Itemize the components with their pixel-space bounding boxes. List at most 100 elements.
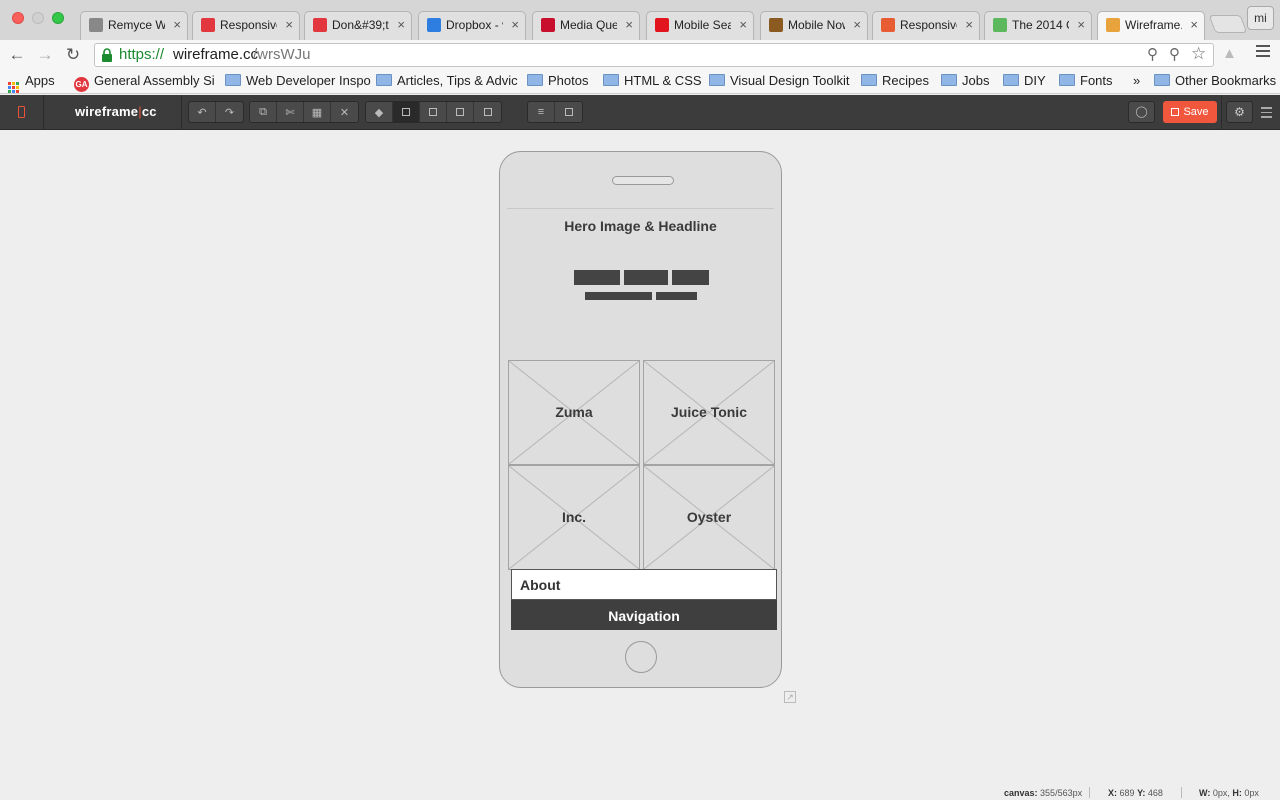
app-logo[interactable]: wireframe|cc <box>75 104 157 119</box>
bookmark-folder[interactable]: Fonts <box>1059 73 1113 88</box>
profile-button[interactable]: mi <box>1247 6 1274 30</box>
canvas-size-readout: canvas: 355/563px <box>1004 788 1083 798</box>
bring-forward-button[interactable] <box>393 102 420 122</box>
align-button[interactable]: ≡ <box>528 102 555 122</box>
lock-icon: ◆ <box>374 106 384 119</box>
settings-button[interactable]: ⚙ <box>1226 101 1253 123</box>
browser-tab[interactable]: Wireframe.c × <box>1097 11 1205 41</box>
about-section[interactable]: About <box>511 569 777 600</box>
back-button[interactable]: ← <box>6 44 28 66</box>
tab-close-icon[interactable]: × <box>511 17 519 32</box>
copy-button[interactable]: ⧉ <box>250 102 277 122</box>
image-placeholder-tile[interactable]: Inc. <box>508 465 640 570</box>
browser-tab[interactable]: Responsive × <box>192 11 300 40</box>
reload-button[interactable]: ↻ <box>62 44 84 66</box>
redo-button[interactable]: ↷ <box>216 102 243 122</box>
tab-close-icon[interactable]: × <box>173 17 181 32</box>
bookmark-folder[interactable]: Articles, Tips & Advic <box>376 73 518 88</box>
lock-button[interactable]: ◆ <box>366 102 393 122</box>
text-placeholder-block[interactable] <box>574 270 620 285</box>
layer-back-icon <box>429 108 437 116</box>
text-placeholder-block[interactable] <box>585 292 652 300</box>
image-placeholder-tile[interactable]: Zuma <box>508 360 640 465</box>
folder-icon <box>1154 74 1170 86</box>
tab-close-icon[interactable]: × <box>1190 17 1198 32</box>
chrome-menu-icon[interactable] <box>1256 45 1270 59</box>
folder-icon <box>527 74 543 86</box>
browser-tab[interactable]: Remyce Wi × <box>80 11 188 40</box>
stripes-icon <box>769 18 783 32</box>
bookmark-ga[interactable]: GA General Assembly Si <box>74 73 215 92</box>
undo-button[interactable]: ↶ <box>189 102 216 122</box>
zoom-icon[interactable]: ⚲ <box>1169 44 1180 66</box>
tab-title: Remyce Wi <box>108 18 165 32</box>
forward-button[interactable]: → <box>34 44 56 66</box>
bookmark-folder[interactable]: Jobs <box>941 73 989 88</box>
resize-handle-icon[interactable]: ↗ <box>784 691 796 703</box>
hamburger-menu-icon[interactable] <box>1261 107 1272 121</box>
tab-close-icon[interactable]: × <box>625 17 633 32</box>
send-to-back-button[interactable] <box>474 102 501 122</box>
send-backward-button[interactable] <box>420 102 447 122</box>
browser-tab[interactable]: Mobile Now × <box>760 11 868 40</box>
phone-screen[interactable]: Hero Image & Headline Zuma Juice Tonic I… <box>507 208 777 630</box>
phone-icon <box>18 106 25 118</box>
folder-icon <box>709 74 725 86</box>
text-placeholder-block[interactable] <box>672 270 709 285</box>
star-icon[interactable]: ☆ <box>1191 43 1206 65</box>
apps-grid-icon <box>8 82 19 93</box>
browser-tab[interactable]: Responsive × <box>872 11 980 40</box>
bookmark-folder[interactable]: Recipes <box>861 73 929 88</box>
bookmark-folder[interactable]: Visual Design Toolkit <box>709 73 849 88</box>
delete-button[interactable]: ✕ <box>331 102 358 122</box>
copy-icon: ⧉ <box>259 105 267 118</box>
undo-icon: ↶ <box>197 106 207 119</box>
bookmark-folder[interactable]: DIY <box>1003 73 1046 88</box>
window-maximize-button[interactable] <box>52 12 64 24</box>
window-close-button[interactable] <box>12 12 24 24</box>
bring-to-front-button[interactable] <box>447 102 474 122</box>
close-icon: ✕ <box>339 106 350 119</box>
address-bar[interactable]: https:// wireframe.cc /wrsWJu ⚲ ⚲ ☆ <box>94 43 1214 67</box>
bookmark-apps[interactable]: Apps <box>8 73 55 93</box>
other-bookmarks-folder[interactable]: Other Bookmarks <box>1154 73 1276 88</box>
browser-tab[interactable]: Don&#39;t × <box>304 11 412 40</box>
browser-tab[interactable]: Mobile Sear × <box>646 11 754 40</box>
text-placeholder-block[interactable] <box>656 292 697 300</box>
comment-button[interactable]: ◯ <box>1128 101 1155 123</box>
extension-icon[interactable]: ▲ <box>1222 45 1237 62</box>
folder-icon <box>376 74 392 86</box>
save-button[interactable]: Save <box>1163 101 1217 123</box>
tab-close-icon[interactable]: × <box>285 17 293 32</box>
image-placeholder-tile[interactable]: Oyster <box>643 465 775 570</box>
tab-close-icon[interactable]: × <box>1077 17 1085 32</box>
folder-icon <box>603 74 619 86</box>
key-icon[interactable]: ⚲ <box>1147 44 1158 66</box>
browser-tab[interactable]: Dropbox - v × <box>418 11 526 40</box>
tab-close-icon[interactable]: × <box>397 17 405 32</box>
bookmark-folder[interactable]: HTML & CSS <box>603 73 702 88</box>
tab-close-icon[interactable]: × <box>853 17 861 32</box>
new-tab-button[interactable] <box>1208 15 1248 33</box>
lock-icon <box>102 48 112 62</box>
paste-button[interactable]: ▦ <box>304 102 331 122</box>
browser-tab[interactable]: Media Quer × <box>532 11 640 40</box>
device-switch-button[interactable] <box>0 95 44 130</box>
navigation-bar[interactable]: Navigation <box>511 600 777 630</box>
browser-tab[interactable]: The 2014 G × <box>984 11 1092 40</box>
hero-headline[interactable]: Hero Image & Headline <box>507 218 774 234</box>
group-button[interactable] <box>555 102 582 122</box>
status-divider <box>1089 787 1090 798</box>
tab-close-icon[interactable]: × <box>739 17 747 32</box>
ga-icon <box>201 18 215 32</box>
window-minimize-button[interactable] <box>32 12 44 24</box>
cut-button[interactable]: ✄ <box>277 102 304 122</box>
dropbox-icon <box>427 18 441 32</box>
text-placeholder-block[interactable] <box>624 270 668 285</box>
image-placeholder-tile[interactable]: Juice Tonic <box>643 360 775 465</box>
bookmark-folder[interactable]: Photos <box>527 73 588 88</box>
bookmarks-overflow-button[interactable]: » <box>1133 73 1140 88</box>
folder-icon <box>941 74 957 86</box>
tab-close-icon[interactable]: × <box>965 17 973 32</box>
bookmark-folder[interactable]: Web Developer Inspo <box>225 73 371 88</box>
